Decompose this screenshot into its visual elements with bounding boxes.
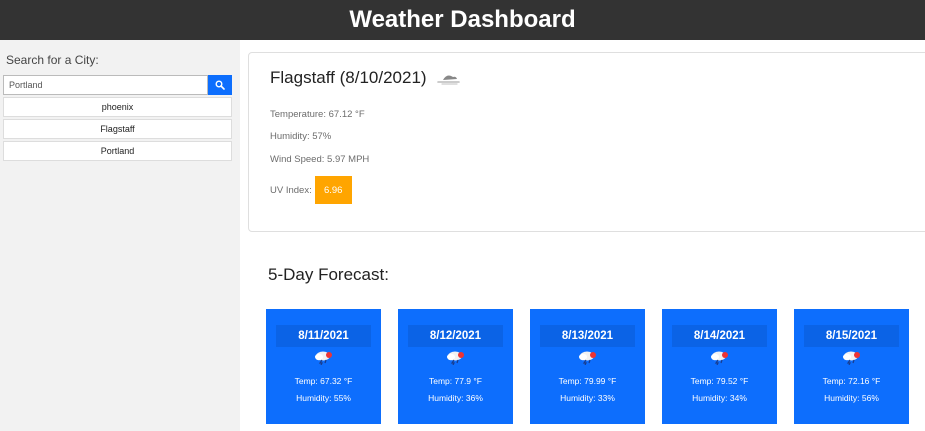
city-date-heading: Flagstaff (8/10/2021): [270, 68, 427, 87]
forecast-icon-wrap: [266, 349, 381, 365]
forecast-icon-wrap: [662, 349, 777, 365]
forecast-temp: Temp: 79.52 °F: [690, 376, 749, 386]
forecast-humidity: Humidity: 55%: [296, 393, 351, 403]
forecast-humidity: Humidity: 56%: [824, 393, 879, 403]
current-temperature: Temperature: 67.12 °F: [270, 109, 365, 120]
forecast-date: 8/13/2021: [540, 325, 635, 347]
thunderstorm-icon: [314, 351, 332, 365]
forecast-icon-wrap: [398, 349, 513, 365]
forecast-temp: Temp: 67.32 °F: [294, 376, 353, 386]
search-row: [3, 75, 232, 95]
forecast-date: 8/15/2021: [804, 325, 899, 347]
sidebar: Search for a City: phoenix Flagstaff Por…: [0, 40, 240, 431]
forecast-card: 8/13/2021 Temp: 79.99 °F Humidity: 33%: [530, 309, 645, 424]
forecast-title: 5-Day Forecast:: [268, 265, 389, 284]
forecast-temp: Temp: 77.9 °F: [428, 376, 482, 386]
uv-index-badge: 6.96: [314, 176, 352, 204]
forecast-temp: Temp: 72.16 °F: [822, 376, 881, 386]
forecast-card: 8/15/2021 Temp: 72.16 °F Humidity: 56%: [794, 309, 909, 424]
forecast-temp: Temp: 79.99 °F: [558, 376, 617, 386]
app-header: Weather Dashboard: [0, 0, 925, 40]
thunderstorm-icon: [578, 351, 596, 365]
search-label: Search for a City:: [6, 53, 99, 67]
forecast-card: 8/14/2021 Temp: 79.52 °F Humidity: 34%: [662, 309, 777, 424]
search-button[interactable]: [208, 75, 232, 95]
current-wind-speed: Wind Speed: 5.97 MPH: [270, 154, 370, 165]
history-item-portland[interactable]: Portland: [3, 141, 232, 161]
thunderstorm-icon: [710, 351, 728, 365]
app-title: Weather Dashboard: [349, 6, 576, 33]
history-item-phoenix[interactable]: phoenix: [3, 97, 232, 117]
forecast-date: 8/11/2021: [276, 325, 371, 347]
forecast-date: 8/14/2021: [672, 325, 767, 347]
forecast-date: 8/12/2021: [408, 325, 503, 347]
forecast-card: 8/12/2021 Temp: 77.9 °F Humidity: 36%: [398, 309, 513, 424]
uv-index-row: UV Index: 6.96: [270, 176, 352, 204]
forecast-humidity: Humidity: 33%: [560, 393, 615, 403]
forecast-card: 8/11/2021 Temp: 67.32 °F Humidity: 55%: [266, 309, 381, 424]
forecast-icon-wrap: [530, 349, 645, 365]
mist-icon: [436, 75, 460, 85]
forecast-humidity: Humidity: 34%: [692, 393, 747, 403]
search-icon: [215, 80, 225, 90]
search-input[interactable]: [3, 75, 208, 95]
thunderstorm-icon: [842, 351, 860, 365]
current-weather-card: Flagstaff (8/10/2021) Temperature: 67.12…: [248, 52, 925, 232]
current-city-title: Flagstaff (8/10/2021): [270, 68, 461, 88]
forecast-icon-wrap: [794, 349, 909, 365]
history-item-flagstaff[interactable]: Flagstaff: [3, 119, 232, 139]
forecast-humidity: Humidity: 36%: [428, 393, 483, 403]
search-history: phoenix Flagstaff Portland: [3, 97, 232, 163]
uv-index-label: UV Index:: [270, 184, 312, 196]
thunderstorm-icon: [446, 351, 464, 365]
current-humidity: Humidity: 57%: [270, 131, 332, 142]
